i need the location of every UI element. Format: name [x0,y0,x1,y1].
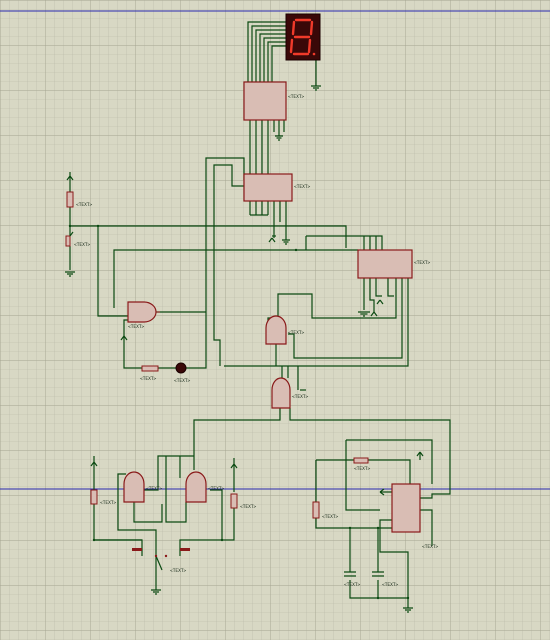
resistor-pullup-top-label: <TEXT> [76,202,93,208]
resistor-timer-left-label: <TEXT> [322,514,339,520]
seven-segment-display[interactable] [285,13,321,61]
resistor-bottom-left-label: <TEXT> [100,500,117,506]
capacitor-timer-left-label: <TEXT> [344,582,361,588]
and-gate-main-label: <TEXT> [128,324,145,330]
switch-top-label: <TEXT> [74,242,91,248]
led-indicator-label: <TEXT> [174,378,191,384]
switch-bottom-label: <TEXT> [170,568,187,574]
and-gate-right-bottom-label: <TEXT> [292,394,309,400]
timer-chip-label: <TEXT> [422,544,439,550]
capacitor-timer-right-label: <TEXT> [382,582,399,588]
register-chip-label: <TEXT> [414,260,431,266]
and-gate-bottom-right-label: <TEXT> [208,486,225,492]
resistor-timer-top-label: <TEXT> [354,466,371,472]
resistor-series-label: <TEXT> [140,376,157,382]
and-gate-right-top-label: <TEXT> [288,330,305,336]
resistor-bottom-right-label: <TEXT> [240,504,257,510]
counter-chip-label: <TEXT> [294,184,311,190]
decoder-chip-label: <TEXT> [288,94,305,100]
schematic-canvas[interactable]: <TEXT> <TEXT> <TEXT> <TEXT> <TEXT> <TEXT… [0,0,550,640]
and-gate-bottom-left-label: <TEXT> [146,486,163,492]
